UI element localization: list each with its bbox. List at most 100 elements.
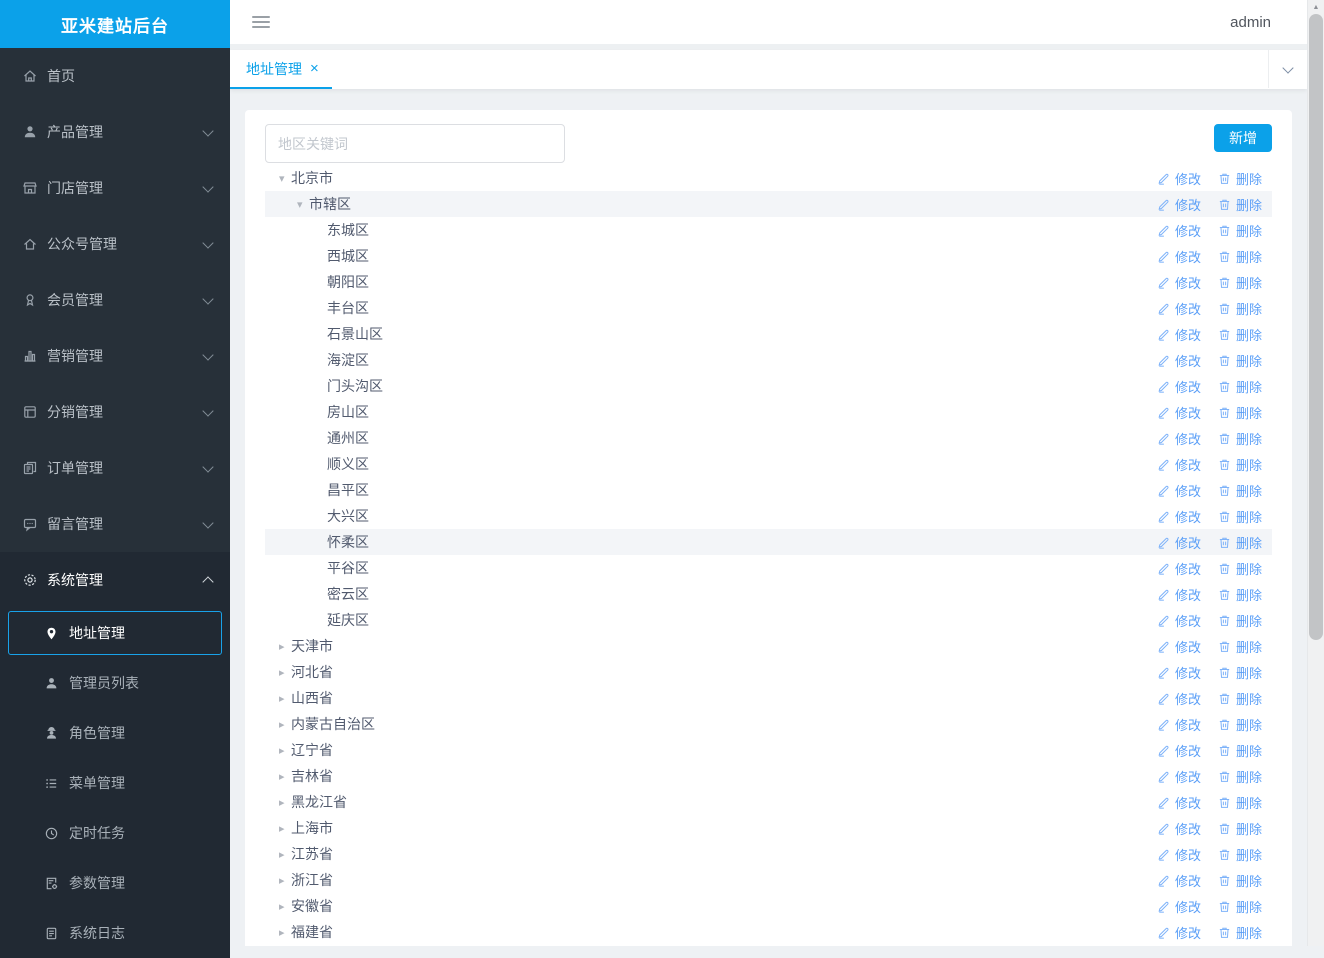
- sidebar-item-member[interactable]: 会员管理: [0, 272, 230, 328]
- tree-row[interactable]: 石景山区 修改 删除: [265, 321, 1272, 347]
- delete-action[interactable]: 删除: [1218, 845, 1262, 864]
- edit-action[interactable]: 修改: [1157, 871, 1201, 890]
- delete-action[interactable]: 删除: [1218, 767, 1262, 786]
- delete-action[interactable]: 删除: [1218, 299, 1262, 318]
- tree-row[interactable]: 顺义区 修改 删除: [265, 451, 1272, 477]
- expand-arrow-icon[interactable]: ▸: [277, 848, 291, 861]
- delete-action[interactable]: 删除: [1218, 923, 1262, 942]
- delete-action[interactable]: 删除: [1218, 273, 1262, 292]
- hamburger-menu-icon[interactable]: [250, 12, 272, 32]
- delete-action[interactable]: 删除: [1218, 247, 1262, 266]
- sidebar-item-home[interactable]: 首页: [0, 48, 230, 104]
- delete-action[interactable]: 删除: [1218, 169, 1262, 188]
- add-button[interactable]: 新增: [1214, 124, 1272, 152]
- edit-action[interactable]: 修改: [1157, 559, 1201, 578]
- sidebar-subitem-schedule[interactable]: 定时任务: [8, 811, 222, 855]
- close-icon[interactable]: ×: [310, 61, 319, 76]
- sidebar-subitem-menu[interactable]: 菜单管理: [8, 761, 222, 805]
- search-input[interactable]: [265, 124, 565, 163]
- delete-action[interactable]: 删除: [1218, 897, 1262, 916]
- tab-address-management[interactable]: 地址管理 ×: [230, 50, 332, 89]
- sidebar-item-store[interactable]: 门店管理: [0, 160, 230, 216]
- delete-action[interactable]: 删除: [1218, 819, 1262, 838]
- edit-action[interactable]: 修改: [1157, 455, 1201, 474]
- collapse-arrow-icon[interactable]: ▾: [277, 172, 291, 185]
- tree-row[interactable]: 密云区 修改 删除: [265, 581, 1272, 607]
- edit-action[interactable]: 修改: [1157, 741, 1201, 760]
- edit-action[interactable]: 修改: [1157, 715, 1201, 734]
- edit-action[interactable]: 修改: [1157, 819, 1201, 838]
- delete-action[interactable]: 删除: [1218, 871, 1262, 890]
- tree-row[interactable]: ▸ 辽宁省 修改 删除: [265, 737, 1272, 763]
- vertical-scrollbar[interactable]: ▲: [1307, 0, 1324, 946]
- tree-row[interactable]: 昌平区 修改 删除: [265, 477, 1272, 503]
- edit-action[interactable]: 修改: [1157, 221, 1201, 240]
- tree-row[interactable]: ▸ 天津市 修改 删除: [265, 633, 1272, 659]
- tree-row[interactable]: 大兴区 修改 删除: [265, 503, 1272, 529]
- expand-arrow-icon[interactable]: ▸: [277, 640, 291, 653]
- tree-row[interactable]: ▸ 浙江省 修改 删除: [265, 867, 1272, 893]
- edit-action[interactable]: 修改: [1157, 637, 1201, 656]
- edit-action[interactable]: 修改: [1157, 533, 1201, 552]
- edit-action[interactable]: 修改: [1157, 299, 1201, 318]
- delete-action[interactable]: 删除: [1218, 663, 1262, 682]
- sidebar-item-order[interactable]: 订单管理: [0, 440, 230, 496]
- expand-arrow-icon[interactable]: ▸: [277, 926, 291, 939]
- delete-action[interactable]: 删除: [1218, 195, 1262, 214]
- sidebar-item-official-account[interactable]: 公众号管理: [0, 216, 230, 272]
- edit-action[interactable]: 修改: [1157, 169, 1201, 188]
- delete-action[interactable]: 删除: [1218, 403, 1262, 422]
- sidebar-subitem-role[interactable]: 角色管理: [8, 711, 222, 755]
- expand-arrow-icon[interactable]: ▸: [277, 718, 291, 731]
- collapse-arrow-icon[interactable]: ▾: [295, 198, 309, 211]
- tree-row[interactable]: 怀柔区 修改 删除: [265, 529, 1272, 555]
- edit-action[interactable]: 修改: [1157, 481, 1201, 500]
- expand-arrow-icon[interactable]: ▸: [277, 770, 291, 783]
- edit-action[interactable]: 修改: [1157, 377, 1201, 396]
- tree-row[interactable]: 西城区 修改 删除: [265, 243, 1272, 269]
- edit-action[interactable]: 修改: [1157, 351, 1201, 370]
- delete-action[interactable]: 删除: [1218, 715, 1262, 734]
- tree-row[interactable]: 通州区 修改 删除: [265, 425, 1272, 451]
- edit-action[interactable]: 修改: [1157, 585, 1201, 604]
- tree-row[interactable]: ▸ 吉林省 修改 删除: [265, 763, 1272, 789]
- tree-row[interactable]: 房山区 修改 删除: [265, 399, 1272, 425]
- delete-action[interactable]: 删除: [1218, 429, 1262, 448]
- sidebar-item-message[interactable]: 留言管理: [0, 496, 230, 552]
- edit-action[interactable]: 修改: [1157, 793, 1201, 812]
- tree-row[interactable]: 朝阳区 修改 删除: [265, 269, 1272, 295]
- edit-action[interactable]: 修改: [1157, 611, 1201, 630]
- delete-action[interactable]: 删除: [1218, 559, 1262, 578]
- tree-row[interactable]: ▸ 上海市 修改 删除: [265, 815, 1272, 841]
- sidebar-subitem-params[interactable]: 参数管理: [8, 861, 222, 905]
- sidebar-subitem-address[interactable]: 地址管理: [8, 611, 222, 655]
- edit-action[interactable]: 修改: [1157, 507, 1201, 526]
- tree-row[interactable]: 门头沟区 修改 删除: [265, 373, 1272, 399]
- tree-row[interactable]: ▸ 内蒙古自治区 修改 删除: [265, 711, 1272, 737]
- sidebar-subitem-log[interactable]: 系统日志: [8, 911, 222, 955]
- delete-action[interactable]: 删除: [1218, 481, 1262, 500]
- expand-arrow-icon[interactable]: ▸: [277, 900, 291, 913]
- edit-action[interactable]: 修改: [1157, 403, 1201, 422]
- tree-row[interactable]: ▸ 河北省 修改 删除: [265, 659, 1272, 685]
- sidebar-item-product[interactable]: 产品管理: [0, 104, 230, 160]
- tree-row[interactable]: 丰台区 修改 删除: [265, 295, 1272, 321]
- tree-row[interactable]: ▾ 市辖区 修改 删除: [265, 191, 1272, 217]
- expand-arrow-icon[interactable]: ▸: [277, 666, 291, 679]
- delete-action[interactable]: 删除: [1218, 377, 1262, 396]
- tree-row[interactable]: 东城区 修改 删除: [265, 217, 1272, 243]
- user-menu[interactable]: admin: [1230, 14, 1271, 31]
- edit-action[interactable]: 修改: [1157, 195, 1201, 214]
- delete-action[interactable]: 删除: [1218, 325, 1262, 344]
- delete-action[interactable]: 删除: [1218, 507, 1262, 526]
- tree-row[interactable]: 平谷区 修改 删除: [265, 555, 1272, 581]
- edit-action[interactable]: 修改: [1157, 767, 1201, 786]
- tree-row[interactable]: ▸ 福建省 修改 删除: [265, 919, 1272, 945]
- tree-row[interactable]: 延庆区 修改 删除: [265, 607, 1272, 633]
- delete-action[interactable]: 删除: [1218, 455, 1262, 474]
- delete-action[interactable]: 删除: [1218, 585, 1262, 604]
- tree-row[interactable]: ▸ 黑龙江省 修改 删除: [265, 789, 1272, 815]
- edit-action[interactable]: 修改: [1157, 923, 1201, 942]
- expand-arrow-icon[interactable]: ▸: [277, 822, 291, 835]
- delete-action[interactable]: 删除: [1218, 637, 1262, 656]
